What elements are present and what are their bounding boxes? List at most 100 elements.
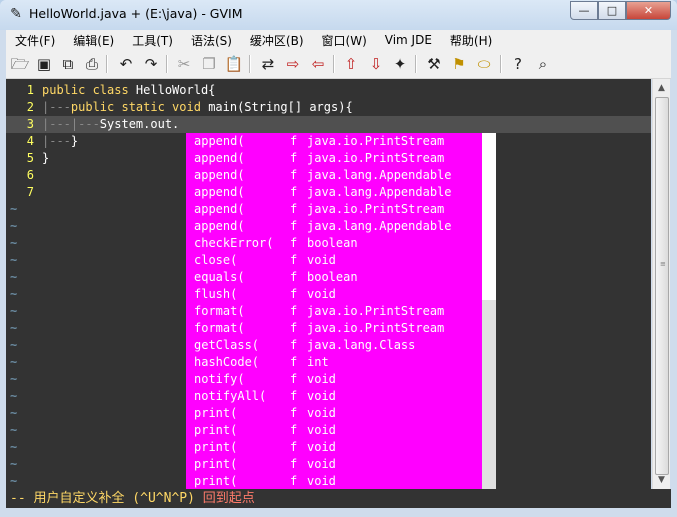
completion-type: java.lang.Class	[307, 338, 416, 352]
completion-word: notifyAll(	[194, 389, 267, 403]
code-token: public static void	[70, 100, 209, 114]
completion-word: append(	[194, 134, 245, 148]
completion-item[interactable]: close(f void	[186, 252, 482, 269]
menu-tools[interactable]: 工具(T)	[123, 32, 182, 49]
completion-item[interactable]: print(f void	[186, 439, 482, 456]
completion-kind: f	[290, 219, 298, 233]
completion-item[interactable]: print(f void	[186, 456, 482, 473]
empty-line-tilde: ~	[10, 355, 18, 369]
menu-vim-jde[interactable]: Vim JDE	[376, 33, 441, 47]
title-bar[interactable]: ✎ HelloWorld.java + (E:\java) - GVIM — □…	[0, 0, 677, 30]
completion-word: append(	[194, 185, 245, 199]
code-token: }	[42, 151, 50, 165]
completion-item[interactable]: getClass(f java.lang.Class	[186, 337, 482, 354]
completion-item[interactable]: print(f void	[186, 405, 482, 422]
load-session-icon[interactable]: ⇧	[341, 54, 361, 74]
editor-area[interactable]: 1 public class HelloWorld{2 |---public sta…	[6, 79, 651, 489]
completion-mode-message: -- 用户自定义补全 (^U^N^P)	[10, 491, 203, 506]
minimize-button[interactable]: —	[570, 1, 598, 20]
replace-icon[interactable]: ⇄	[258, 54, 278, 74]
scroll-up-arrow[interactable]: ▲	[653, 80, 670, 96]
completion-kind: f	[290, 134, 298, 148]
completion-kind: f	[290, 236, 298, 250]
menu-edit[interactable]: 编辑(E)	[64, 32, 123, 49]
menu-file[interactable]: 文件(F)	[6, 32, 64, 49]
line-number: 1	[26, 83, 34, 97]
shell-icon[interactable]: ⚑	[449, 54, 469, 74]
code-line[interactable]: 2 |---public static void main(String[] ar…	[6, 99, 651, 116]
save-session-icon[interactable]: ⇩	[366, 54, 386, 74]
completion-item[interactable]: append(f java.io.PrintStream	[186, 201, 482, 218]
completion-item[interactable]: append(f java.io.PrintStream	[186, 150, 482, 167]
completion-item[interactable]: append(f java.lang.Appendable	[186, 184, 482, 201]
completion-popup[interactable]: print(f void print(f void print(f void print(f…	[186, 133, 496, 489]
empty-line-tilde: ~	[10, 236, 18, 250]
code-token: public class	[42, 83, 136, 97]
completion-kind: f	[290, 457, 298, 471]
scroll-grip-icon: ≡	[660, 260, 666, 268]
command-line[interactable]: -- 用户自定义补全 (^U^N^P) 回到起点	[6, 489, 671, 508]
completion-item[interactable]: notify(f void	[186, 371, 482, 388]
completion-word: append(	[194, 168, 245, 182]
completion-word: print(	[194, 457, 238, 471]
code-line[interactable]: 3 |---|---System.out.	[6, 116, 651, 133]
scroll-down-arrow[interactable]: ▼	[653, 472, 670, 488]
completion-kind: f	[290, 355, 298, 369]
find-help-icon[interactable]: ⌕	[533, 54, 553, 74]
completion-item[interactable]: append(f java.lang.Appendable	[186, 218, 482, 235]
completion-item[interactable]: hashCode(f int	[186, 354, 482, 371]
completion-word: append(	[194, 202, 245, 216]
save-all-icon[interactable]: ⧉	[58, 54, 78, 74]
paste-icon[interactable]: 📋	[224, 54, 244, 74]
tags-icon[interactable]: ⬭	[474, 54, 494, 74]
completion-item[interactable]: format(f java.io.PrintStream	[186, 320, 482, 337]
cut-icon[interactable]: ✂	[174, 54, 194, 74]
window-title: HelloWorld.java + (E:\java) - GVIM	[29, 6, 243, 21]
completion-item[interactable]: format(f java.io.PrintStream	[186, 303, 482, 320]
completion-type: void	[307, 253, 336, 267]
completion-item[interactable]: print(f void	[186, 422, 482, 439]
completion-item[interactable]: print(f void	[186, 473, 482, 489]
empty-line-tilde: ~	[10, 423, 18, 437]
empty-line-tilde: ~	[10, 219, 18, 233]
completion-word: flush(	[194, 287, 238, 301]
help-icon[interactable]: ?	[508, 54, 528, 74]
completion-item[interactable]: flush(f void	[186, 286, 482, 303]
toolbar-separator	[249, 55, 251, 73]
scroll-thumb[interactable]: ≡	[655, 97, 669, 475]
vertical-scrollbar[interactable]: ▲ ≡ ▼	[652, 79, 670, 489]
close-button[interactable]: ✕	[626, 1, 671, 20]
make-icon[interactable]: ⚒	[424, 54, 444, 74]
completion-item[interactable]: append(f java.lang.Appendable	[186, 167, 482, 184]
save-icon[interactable]: ▣	[34, 54, 54, 74]
menu-help[interactable]: 帮助(H)	[441, 32, 501, 49]
completion-word: append(	[194, 219, 245, 233]
empty-line-tilde: ~	[10, 304, 18, 318]
empty-line-tilde: ~	[10, 338, 18, 352]
completion-item[interactable]: equals(f boolean	[186, 269, 482, 286]
open-icon[interactable]: 🗁	[10, 54, 30, 74]
completion-item[interactable]: append(f java.io.PrintStream	[186, 133, 482, 150]
completion-item[interactable]: checkError(f boolean	[186, 235, 482, 252]
find-prev-icon[interactable]: ⇦	[308, 54, 328, 74]
maximize-button[interactable]: □	[598, 1, 626, 20]
copy-icon[interactable]: ❐	[199, 54, 219, 74]
completion-scroll-thumb[interactable]	[482, 133, 496, 300]
code-token: |---	[42, 134, 71, 148]
completion-kind: f	[290, 202, 298, 216]
redo-icon[interactable]: ↷	[141, 54, 161, 74]
menu-buffers[interactable]: 缓冲区(B)	[241, 32, 313, 49]
empty-line-tilde: ~	[10, 406, 18, 420]
completion-kind: f	[290, 406, 298, 420]
print-icon[interactable]: ⎙	[82, 54, 102, 74]
menu-window[interactable]: 窗口(W)	[313, 32, 376, 49]
completion-item[interactable]: notifyAll(f void	[186, 388, 482, 405]
undo-icon[interactable]: ↶	[116, 54, 136, 74]
menu-syntax[interactable]: 语法(S)	[182, 32, 241, 49]
empty-line-tilde: ~	[10, 389, 18, 403]
find-next-icon[interactable]: ⇨	[283, 54, 303, 74]
code-line[interactable]: 1 public class HelloWorld{	[6, 82, 651, 99]
completion-kind: f	[290, 287, 298, 301]
run-script-icon[interactable]: ✦	[390, 54, 410, 74]
vim-icon[interactable]: ✎	[8, 5, 24, 23]
